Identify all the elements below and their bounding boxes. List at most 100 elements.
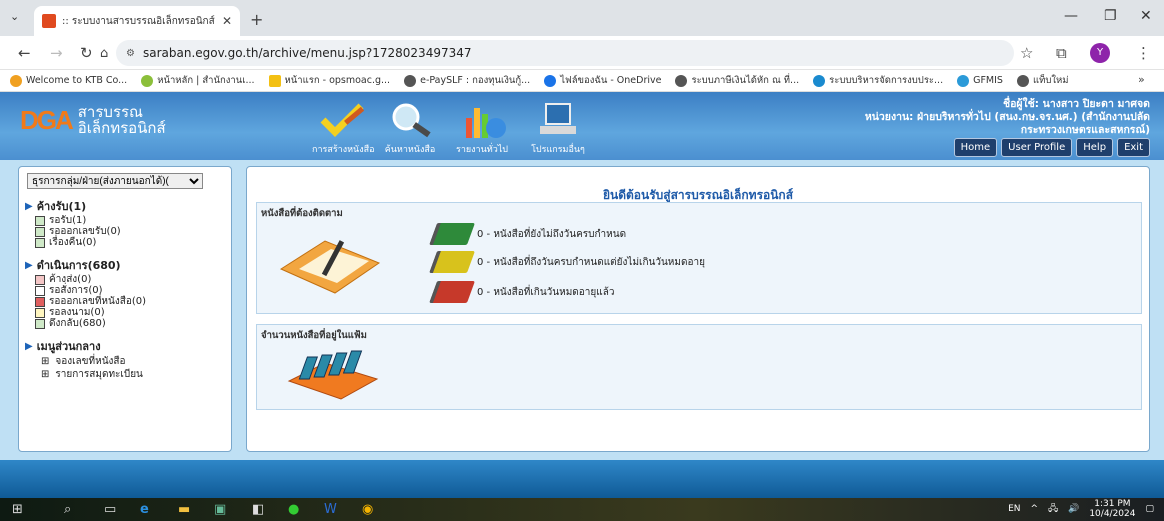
bookmark-item[interactable]: ระบบบริหารจัดการงบประ... <box>813 73 943 88</box>
bookmark-item[interactable]: Welcome to KTB Co... <box>10 74 128 87</box>
file-drawer-icon <box>285 347 381 404</box>
app-icon[interactable]: ▣ <box>214 502 226 517</box>
sidebar-item[interactable]: ⊞ รายการสมุดทะเบียน <box>25 368 225 381</box>
sidebar-item[interactable]: ⊞ จองเลขที่หนังสือ <box>25 355 225 368</box>
sidebar-item-label: จองเลขที่หนังสือ <box>55 356 126 367</box>
word-icon[interactable]: W <box>324 502 337 517</box>
sidebar-section-central-menu[interactable]: ▶ เมนูส่วนกลาง <box>25 337 225 355</box>
section-label: เมนูส่วนกลาง <box>36 340 101 353</box>
status-row-not-due[interactable]: 0 - หนังสือที่ยังไม่ถึงวันครบกำหนด <box>428 223 626 245</box>
group-select[interactable]: ธุรการกลุ่ม/ฝ่าย(ส่งภายนอกได้)( <box>27 173 203 189</box>
bookmark-label: Welcome to KTB Co... <box>26 75 128 86</box>
more-bookmarks-icon[interactable]: » <box>1138 73 1145 86</box>
sidebar-section-pending-receive[interactable]: ▶ ค้างรับ(1) <box>25 197 225 215</box>
extensions-icon[interactable]: ⧉ <box>1056 44 1067 62</box>
sidebar-item[interactable]: รอสั่งการ(0) <box>25 285 225 296</box>
sidebar: ธุรการกลุ่ม/ฝ่าย(ส่งภายนอกได้)( ▶ ค้างรับ… <box>18 166 232 452</box>
close-tab-icon[interactable]: ✕ <box>222 14 232 28</box>
menu-label: โปรแกรมอื่นๆ <box>531 145 585 155</box>
sidebar-item[interactable]: รอออกเลขรับ(0) <box>25 226 225 237</box>
language-indicator[interactable]: EN <box>1008 504 1020 514</box>
menu-general-report[interactable]: รายงานทั่วไป <box>452 100 512 156</box>
bookmark-star-icon[interactable]: ☆ <box>1020 44 1033 62</box>
section-label: ดำเนินการ(680) <box>36 259 121 272</box>
sidebar-item[interactable]: รอออกเลขที่หนังสือ(0) <box>25 296 225 307</box>
sidebar-item[interactable]: เรื่องคืน(0) <box>25 237 225 248</box>
green-book-icon <box>428 223 476 245</box>
bookmark-label: แท็บใหม่ <box>1032 75 1069 86</box>
profile-avatar[interactable]: Y <box>1090 43 1110 63</box>
triangle-right-icon: ▶ <box>25 340 33 352</box>
chrome-icon[interactable]: ◉ <box>362 502 373 517</box>
reload-icon[interactable]: ↻ <box>80 44 93 62</box>
clock-time: 1:31 PM <box>1094 499 1131 509</box>
restore-icon[interactable]: ❐ <box>1104 8 1117 24</box>
bookmark-item[interactable]: e-PaySLF : กองทุนเงินกู้... <box>404 73 530 88</box>
bookmark-item[interactable]: GFMIS <box>957 74 1003 87</box>
bookmark-icon <box>1016 74 1029 87</box>
file-explorer-icon[interactable]: ▬ <box>178 502 190 517</box>
sidebar-item-label: รอลงนาม(0) <box>49 307 105 318</box>
bookmark-icon <box>141 74 154 87</box>
task-view-icon[interactable]: ▭ <box>104 502 116 517</box>
home-button[interactable]: Home <box>953 138 998 157</box>
line-app-icon[interactable]: ● <box>288 502 299 517</box>
close-window-icon[interactable]: ✕ <box>1140 8 1152 24</box>
bookmark-icon <box>10 74 22 87</box>
menu-create-document[interactable]: การสร้างหนังสือ <box>312 100 375 156</box>
edge-browser-icon[interactable]: e <box>140 502 149 517</box>
sidebar-item-label: ดึงกลับ(680) <box>49 318 106 329</box>
bookmark-label: GFMIS <box>973 75 1003 86</box>
user-profile-button[interactable]: User Profile <box>1001 138 1073 157</box>
home-icon[interactable]: ⌂ <box>100 46 108 61</box>
chevron-up-icon[interactable]: ^ <box>1031 504 1039 514</box>
network-icon[interactable]: 🖧 <box>1048 501 1058 517</box>
url-field[interactable]: ⚙ saraban.egov.go.th/archive/menu.jsp?17… <box>116 40 1014 66</box>
bookmark-item[interactable]: ไฟล์ของฉัน - OneDrive <box>544 73 661 88</box>
bookmark-icon <box>813 74 826 87</box>
app-icon[interactable]: ◧ <box>252 502 264 517</box>
menu-search-document[interactable]: ค้นหาหนังสือ <box>380 100 440 156</box>
sidebar-item[interactable]: รอลงนาม(0) <box>25 307 225 318</box>
search-icon[interactable]: ⌕ <box>64 502 71 517</box>
volume-icon[interactable]: 🔊 <box>1068 504 1079 514</box>
exit-button[interactable]: Exit <box>1117 138 1150 157</box>
bookmark-icon <box>544 74 557 87</box>
menu-other-programs[interactable]: โปรแกรมอื่นๆ <box>528 100 588 156</box>
bookmark-item[interactable]: แท็บใหม่ <box>1016 73 1069 88</box>
status-row-expired[interactable]: 0 - หนังสือที่เกินวันหมดอายุแล้ว <box>428 281 615 303</box>
sidebar-item-label: รอออกเลขรับ(0) <box>49 226 121 237</box>
clock[interactable]: 1:31 PM 10/4/2024 <box>1089 499 1135 519</box>
browser-tab[interactable]: :: ระบบงานสารบรรณอิเล็กทรอนิกส์ :: ✕ <box>34 6 240 36</box>
sidebar-item[interactable]: รอรับ(1) <box>25 215 225 226</box>
tab-list-chevron-icon[interactable]: ⌄ <box>10 10 19 23</box>
bookmark-item[interactable]: ระบบภาษีเงินได้หัก ณ ที่... <box>675 73 799 88</box>
status-text: 0 - หนังสือที่เกินวันหมดอายุแล้ว <box>477 286 615 298</box>
magnifier-icon <box>380 100 440 140</box>
bookmark-label: หน้าแรก - opsmoac.g... <box>284 75 391 86</box>
menu-label: รายงานทั่วไป <box>456 145 508 155</box>
app-name-line2: อิเล็กทรอนิกส์ <box>77 119 166 137</box>
minimize-icon[interactable]: — <box>1064 8 1078 24</box>
notification-icon[interactable]: ▢ <box>1145 504 1154 514</box>
sidebar-item-label: รอรับ(1) <box>49 215 87 226</box>
new-tab-icon[interactable]: + <box>250 10 263 29</box>
sidebar-item[interactable]: ดึงกลับ(680) <box>25 318 225 329</box>
site-info-icon[interactable]: ⚙ <box>126 48 135 59</box>
status-row-due[interactable]: 0 - หนังสือที่ถึงวันครบกำหนดแต่ยังไม่เกิ… <box>428 251 705 273</box>
sidebar-item-label: ค้างส่ง(0) <box>49 274 92 285</box>
forward-arrow-icon[interactable]: → <box>50 44 63 62</box>
back-arrow-icon[interactable]: ← <box>18 44 31 62</box>
bookmark-item[interactable]: หน้าหลัก | สำนักงานเ... <box>141 73 255 88</box>
browser-menu-icon[interactable]: ⋮ <box>1136 44 1151 62</box>
document-icon <box>35 296 45 307</box>
help-button[interactable]: Help <box>1076 138 1114 157</box>
windows-start-icon[interactable]: ⊞ <box>12 502 23 517</box>
document-icon <box>35 215 45 226</box>
sidebar-section-in-progress[interactable]: ▶ ดำเนินการ(680) <box>25 256 225 274</box>
yellow-book-icon <box>428 251 476 273</box>
sidebar-item[interactable]: ค้างส่ง(0) <box>25 274 225 285</box>
bookmark-item[interactable]: หน้าแรก - opsmoac.g... <box>268 73 391 88</box>
document-icon <box>35 237 45 248</box>
dga-logo: DGA <box>20 105 74 136</box>
